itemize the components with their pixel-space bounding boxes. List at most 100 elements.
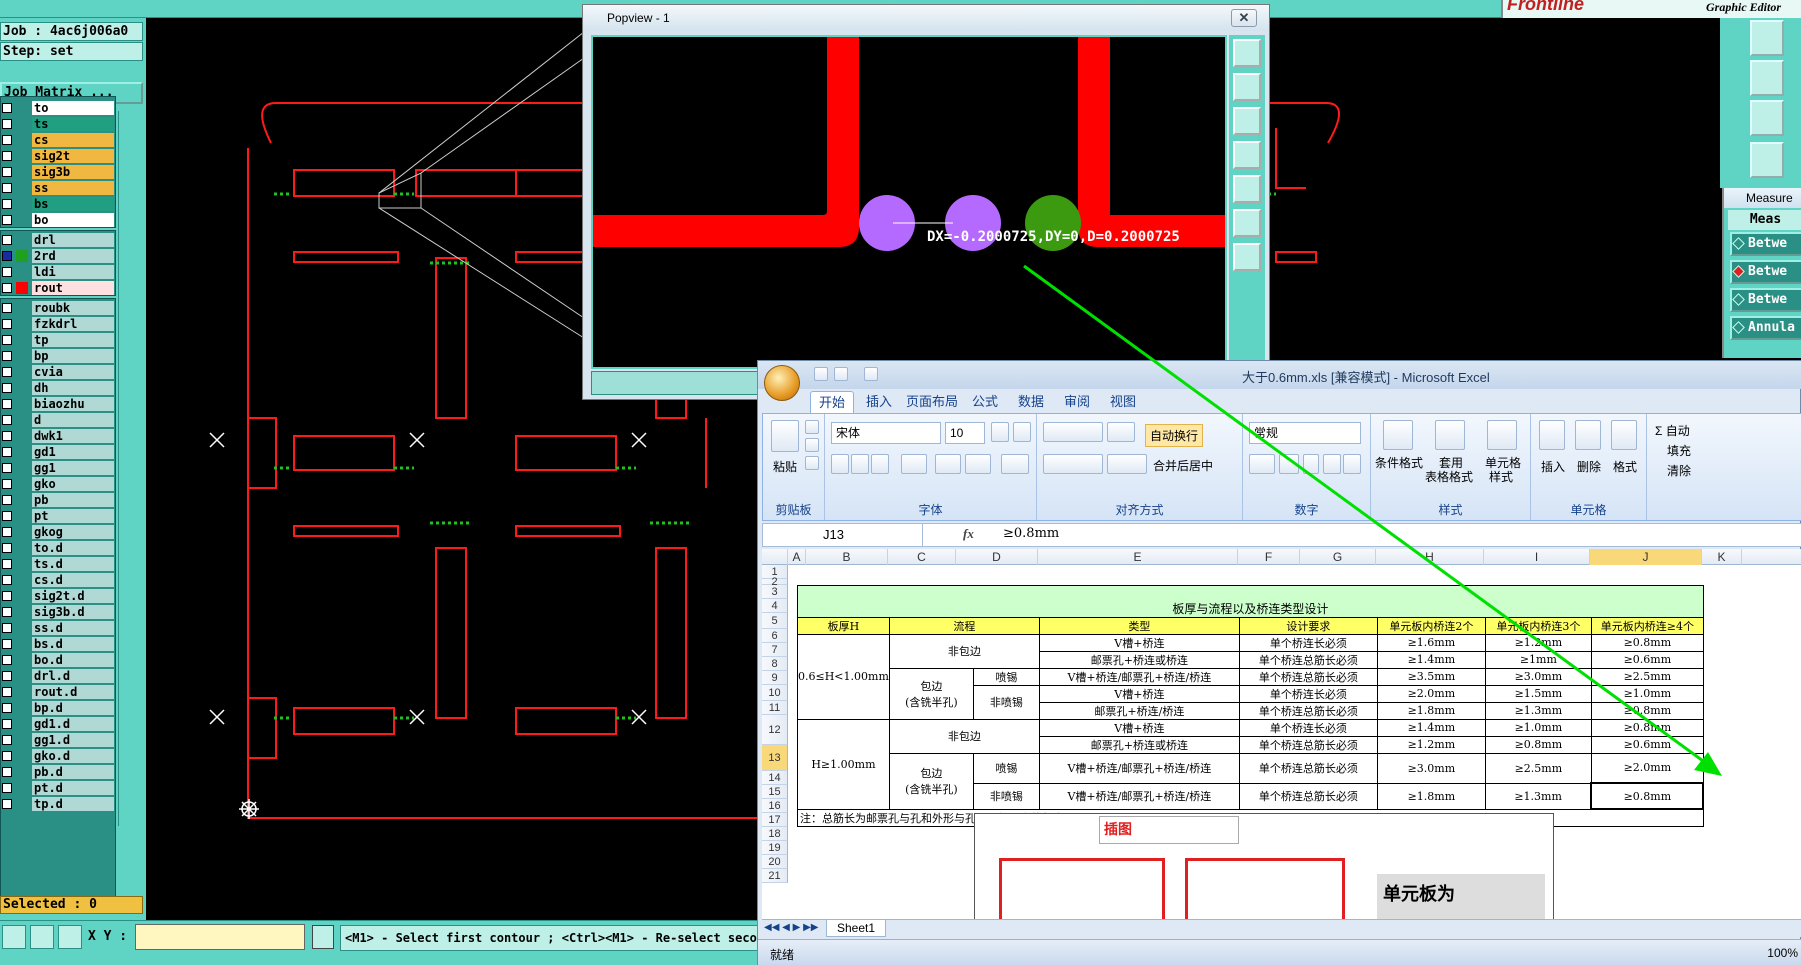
layer-checkbox[interactable]: [2, 183, 12, 193]
layer-color-swatch[interactable]: [16, 526, 28, 538]
layer-row[interactable]: fzkdrl: [0, 316, 116, 332]
layer-name[interactable]: bp: [32, 349, 114, 363]
sheet-nav-icon[interactable]: ◀◀ ◀ ▶ ▶▶: [764, 922, 818, 933]
layer-row[interactable]: biaozhu: [0, 396, 116, 412]
cell-style-label2[interactable]: 样式: [1489, 468, 1513, 485]
layer-name[interactable]: sig2t.d: [32, 589, 114, 603]
layer-color-swatch[interactable]: [16, 734, 28, 746]
xy-apply-button[interactable]: [312, 925, 334, 949]
measure-mode-icon[interactable]: [30, 925, 54, 949]
process-cell[interactable]: 包边 (含铣半孔): [888, 667, 974, 720]
layer-checkbox[interactable]: [2, 367, 12, 377]
view-tool-icon[interactable]: [1750, 142, 1784, 178]
layer-checkbox[interactable]: [2, 799, 12, 809]
zoom-icon[interactable]: [1233, 107, 1261, 135]
value-cell[interactable]: ≥2.0mm: [1590, 752, 1704, 784]
layer-color-swatch[interactable]: [16, 606, 28, 618]
process-cell[interactable]: 非喷锡: [972, 684, 1040, 720]
req-cell[interactable]: 单个桥连长必须: [1238, 684, 1378, 703]
delete-label[interactable]: 删除: [1577, 458, 1601, 475]
value-cell[interactable]: ≥1.4mm: [1376, 718, 1486, 737]
horizontal-align-icon[interactable]: [1043, 454, 1103, 474]
row-header[interactable]: 6: [762, 629, 788, 643]
type-cell[interactable]: V槽+桥连: [1038, 633, 1240, 652]
row-header[interactable]: 3: [762, 585, 788, 599]
layer-color-swatch[interactable]: [16, 214, 28, 226]
layer-name[interactable]: bp.d: [32, 701, 114, 715]
layer-name[interactable]: bs: [32, 197, 114, 211]
layer-name[interactable]: sig3b: [32, 165, 114, 179]
row-header[interactable]: 11: [762, 701, 788, 715]
column-header[interactable]: C: [888, 549, 956, 565]
layer-row[interactable]: sig3b.d: [0, 604, 116, 620]
column-header[interactable]: I: [1484, 549, 1590, 565]
layer-color-swatch[interactable]: [16, 766, 28, 778]
layer-checkbox[interactable]: [2, 751, 12, 761]
layer-color-swatch[interactable]: [16, 134, 28, 146]
table-title-cell[interactable]: [797, 585, 1704, 600]
type-cell[interactable]: V槽+桥连/邮票孔+桥连/桥连: [1038, 667, 1240, 686]
layer-row[interactable]: tp: [0, 332, 116, 348]
layer-checkbox[interactable]: [2, 735, 12, 745]
layer-row[interactable]: pt.d: [0, 780, 116, 796]
layer-checkbox[interactable]: [2, 235, 12, 245]
layer-color-swatch[interactable]: [16, 430, 28, 442]
layer-row[interactable]: bs: [0, 196, 116, 212]
layer-name[interactable]: pt: [32, 509, 114, 523]
layer-name[interactable]: cs: [32, 133, 114, 147]
layer-row[interactable]: bp: [0, 348, 116, 364]
layer-color-swatch[interactable]: [16, 118, 28, 130]
layer-row[interactable]: cs.d: [0, 572, 116, 588]
layer-checkbox[interactable]: [2, 703, 12, 713]
layer-row[interactable]: gg1.d: [0, 732, 116, 748]
row-header[interactable]: 7: [762, 643, 788, 657]
layer-checkbox[interactable]: [2, 135, 12, 145]
layer-color-swatch[interactable]: [16, 414, 28, 426]
tab-view[interactable]: 视图: [1102, 391, 1144, 413]
layer-checkbox[interactable]: [2, 783, 12, 793]
row-header[interactable]: 10: [762, 685, 788, 701]
layer-row[interactable]: bo.d: [0, 652, 116, 668]
layer-checkbox[interactable]: [2, 447, 12, 457]
value-cell[interactable]: ≥1.5mm: [1484, 684, 1592, 703]
layer-color-swatch[interactable]: [16, 590, 28, 602]
row-header[interactable]: 13: [762, 745, 788, 771]
row-header[interactable]: 4: [762, 599, 788, 613]
layer-checkbox[interactable]: [2, 283, 12, 293]
indent-icon[interactable]: [1107, 454, 1147, 474]
layer-checkbox[interactable]: [2, 719, 12, 729]
format-label[interactable]: 格式: [1613, 458, 1637, 475]
layer-checkbox[interactable]: [2, 103, 12, 113]
layer-color-swatch[interactable]: [16, 702, 28, 714]
zoom-icon[interactable]: [1233, 39, 1261, 67]
value-cell[interactable]: ≥1.0mm: [1484, 718, 1592, 737]
layer-row[interactable]: sig3b: [0, 164, 116, 180]
layer-name[interactable]: dwk1: [32, 429, 114, 443]
layer-name[interactable]: to.d: [32, 541, 114, 555]
orientation-icon[interactable]: [1107, 422, 1135, 442]
layer-color-swatch[interactable]: [16, 318, 28, 330]
value-cell[interactable]: ≥1.8mm: [1376, 782, 1486, 810]
cond-format-label[interactable]: 条件格式: [1375, 454, 1423, 471]
comma-icon[interactable]: [1303, 454, 1319, 474]
autosum-button[interactable]: Σ 自动: [1655, 422, 1690, 439]
insert-cells-icon[interactable]: [1539, 420, 1565, 450]
font-size-select[interactable]: 10: [945, 422, 985, 444]
req-cell[interactable]: 单个桥连长必须: [1238, 633, 1378, 652]
layer-color-swatch[interactable]: [16, 198, 28, 210]
type-cell[interactable]: V槽+桥连: [1038, 718, 1240, 737]
column-header[interactable]: G: [1300, 549, 1376, 565]
row-header[interactable]: 15: [762, 785, 788, 799]
layer-row[interactable]: to: [0, 100, 116, 116]
layer-color-swatch[interactable]: [16, 250, 28, 262]
border-icon[interactable]: [901, 454, 927, 474]
header-cell[interactable]: 流程: [888, 616, 1040, 635]
layer-checkbox[interactable]: [2, 383, 12, 393]
row-header[interactable]: 18: [762, 827, 788, 841]
increase-decimal-icon[interactable]: [1323, 454, 1341, 474]
layer-row[interactable]: pb.d: [0, 764, 116, 780]
paste-icon[interactable]: [771, 420, 799, 452]
row-header[interactable]: 9: [762, 671, 788, 685]
layer-row[interactable]: sig2t: [0, 148, 116, 164]
layer-checkbox[interactable]: [2, 267, 12, 277]
